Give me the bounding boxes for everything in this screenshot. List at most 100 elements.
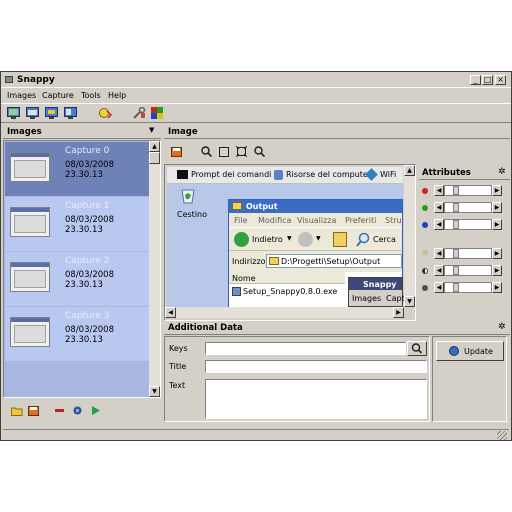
captures-scrollbar[interactable]: ▲ ▼: [149, 141, 160, 397]
red-slider[interactable]: [444, 185, 492, 196]
scroll-down-button[interactable]: ▼: [404, 296, 415, 307]
minimize-button[interactable]: _: [470, 75, 481, 85]
tools-icon[interactable]: [133, 106, 146, 119]
update-icon: [449, 346, 459, 356]
menu-images[interactable]: Images: [7, 91, 36, 100]
decrease-button[interactable]: ◀: [434, 282, 444, 293]
slider-thumb[interactable]: [453, 266, 459, 275]
image-preview: Prompt dei comandi Risorse del computer …: [164, 164, 416, 321]
actual-size-icon[interactable]: [219, 147, 229, 157]
menu-bar: Images Capture Tools Help: [1, 89, 511, 103]
keys-label: Keys: [169, 344, 188, 353]
scroll-down-button[interactable]: ▼: [149, 386, 160, 397]
captured-snappy-title-text: Snappy: [363, 280, 397, 289]
maximize-button[interactable]: □: [482, 75, 493, 85]
increase-button[interactable]: ▶: [492, 248, 502, 259]
close-button[interactable]: ×: [495, 75, 506, 85]
blue-slider[interactable]: [444, 219, 492, 230]
captured-snappy-menu-images: Images: [352, 294, 382, 303]
update-button[interactable]: Update: [436, 341, 504, 361]
scroll-right-button[interactable]: ▶: [393, 307, 404, 318]
menu-help[interactable]: Help: [108, 91, 126, 100]
gamma-slider[interactable]: [444, 282, 492, 293]
update-area: Update: [432, 336, 507, 422]
open-folder-icon[interactable]: [11, 406, 23, 416]
blue-channel-icon: [422, 222, 428, 228]
list-item[interactable]: Capture 2 08/03/2008 23.30.13: [5, 252, 150, 306]
keys-search-button[interactable]: [407, 341, 427, 356]
slider-thumb[interactable]: [453, 283, 459, 292]
list-item[interactable]: Capture 1 08/03/2008 23.30.13: [5, 197, 150, 251]
increase-button[interactable]: ▶: [492, 219, 502, 230]
capture-date: 08/03/2008 23.30.13: [65, 215, 114, 235]
menu-capture[interactable]: Capture: [42, 91, 74, 100]
pin-icon[interactable]: ✲: [498, 322, 506, 332]
explorer-menu-file: File: [234, 216, 248, 225]
title-input[interactable]: [205, 360, 427, 373]
attributes-panel: Attributes ✲ ◀ ▶ ◀ ▶ ◀ ▶ ☼ ◀ ▶ ◀ ▶ ◀ ▶: [419, 166, 510, 318]
preview-vscrollbar[interactable]: ▲ ▼: [404, 165, 415, 307]
save-image-icon[interactable]: [171, 147, 182, 157]
decrease-button[interactable]: ◀: [434, 185, 444, 196]
taskbar-item-computer: Risorse del computer: [286, 170, 372, 179]
slider-thumb[interactable]: [453, 186, 459, 195]
scroll-left-button[interactable]: ◀: [165, 307, 176, 318]
contrast-slider[interactable]: [444, 265, 492, 276]
scroll-up-button[interactable]: ▲: [404, 165, 415, 176]
desktop-icon-label: Cestino: [177, 210, 207, 219]
menu-tools[interactable]: Tools: [81, 91, 101, 100]
green-slider[interactable]: [444, 202, 492, 213]
increase-button[interactable]: ▶: [492, 185, 502, 196]
scroll-thumb[interactable]: [149, 152, 160, 164]
explorer-column-header: Nome: [229, 272, 345, 284]
image-panel-header: Image: [164, 125, 510, 139]
capture-window-icon[interactable]: [26, 107, 39, 119]
explorer-address-value: D:\Progetti\Setup\Output: [281, 257, 381, 266]
keys-input[interactable]: [205, 342, 406, 355]
explorer-menu-tools: Stru: [385, 216, 402, 225]
delete-icon[interactable]: [55, 409, 64, 412]
slider-thumb[interactable]: [453, 249, 459, 258]
explorer-search-label: Cerca: [373, 235, 396, 244]
images-panel: Images ▼ Capture 0 08/03/2008 23.30.13 C…: [3, 125, 161, 429]
capture-region-icon[interactable]: [45, 107, 58, 119]
list-item[interactable]: Capture 3 08/03/2008 23.30.13: [5, 307, 150, 361]
slider-thumb[interactable]: [453, 203, 459, 212]
increase-button[interactable]: ▶: [492, 282, 502, 293]
resize-grip[interactable]: [497, 431, 507, 440]
zoom-out-icon[interactable]: [254, 146, 266, 158]
palette-icon[interactable]: [151, 107, 164, 119]
increase-button[interactable]: ▶: [492, 202, 502, 213]
play-icon[interactable]: [92, 406, 100, 415]
capture-name: Capture 0: [65, 146, 110, 156]
chevron-down-icon[interactable]: ▼: [149, 126, 154, 134]
list-item[interactable]: Capture 0 08/03/2008 23.30.13: [5, 142, 150, 196]
capture-object-icon[interactable]: [64, 107, 77, 119]
preview-hscrollbar[interactable]: ◀ ▶: [165, 307, 404, 318]
explorer-address-label: Indirizzo: [232, 257, 266, 266]
timer-capture-icon[interactable]: [99, 107, 113, 119]
decrease-button[interactable]: ◀: [434, 265, 444, 276]
attributes-panel-header: Attributes ✲: [419, 166, 510, 180]
settings-icon[interactable]: [73, 406, 82, 415]
main-toolbar: [1, 103, 511, 123]
explorer-address-bar: Indirizzo D:\Progetti\Setup\Output: [229, 252, 402, 270]
text-input[interactable]: [205, 379, 427, 419]
explorer-back-label: Indietro: [252, 235, 283, 244]
slider-thumb[interactable]: [453, 220, 459, 229]
scroll-up-button[interactable]: ▲: [149, 141, 160, 152]
pin-icon[interactable]: ✲: [498, 167, 506, 177]
decrease-button[interactable]: ◀: [434, 248, 444, 259]
brightness-slider[interactable]: [444, 248, 492, 259]
decrease-button[interactable]: ◀: [434, 219, 444, 230]
capture-screen-icon[interactable]: [7, 107, 20, 119]
decrease-button[interactable]: ◀: [434, 202, 444, 213]
green-channel-icon: [422, 205, 428, 211]
save-icon[interactable]: [28, 406, 39, 416]
update-button-label: Update: [464, 347, 493, 356]
brightness-icon: ☼: [421, 249, 430, 259]
fit-window-icon[interactable]: [235, 145, 248, 158]
capture-name: Capture 2: [65, 256, 110, 266]
zoom-in-icon[interactable]: [201, 146, 213, 158]
increase-button[interactable]: ▶: [492, 265, 502, 276]
